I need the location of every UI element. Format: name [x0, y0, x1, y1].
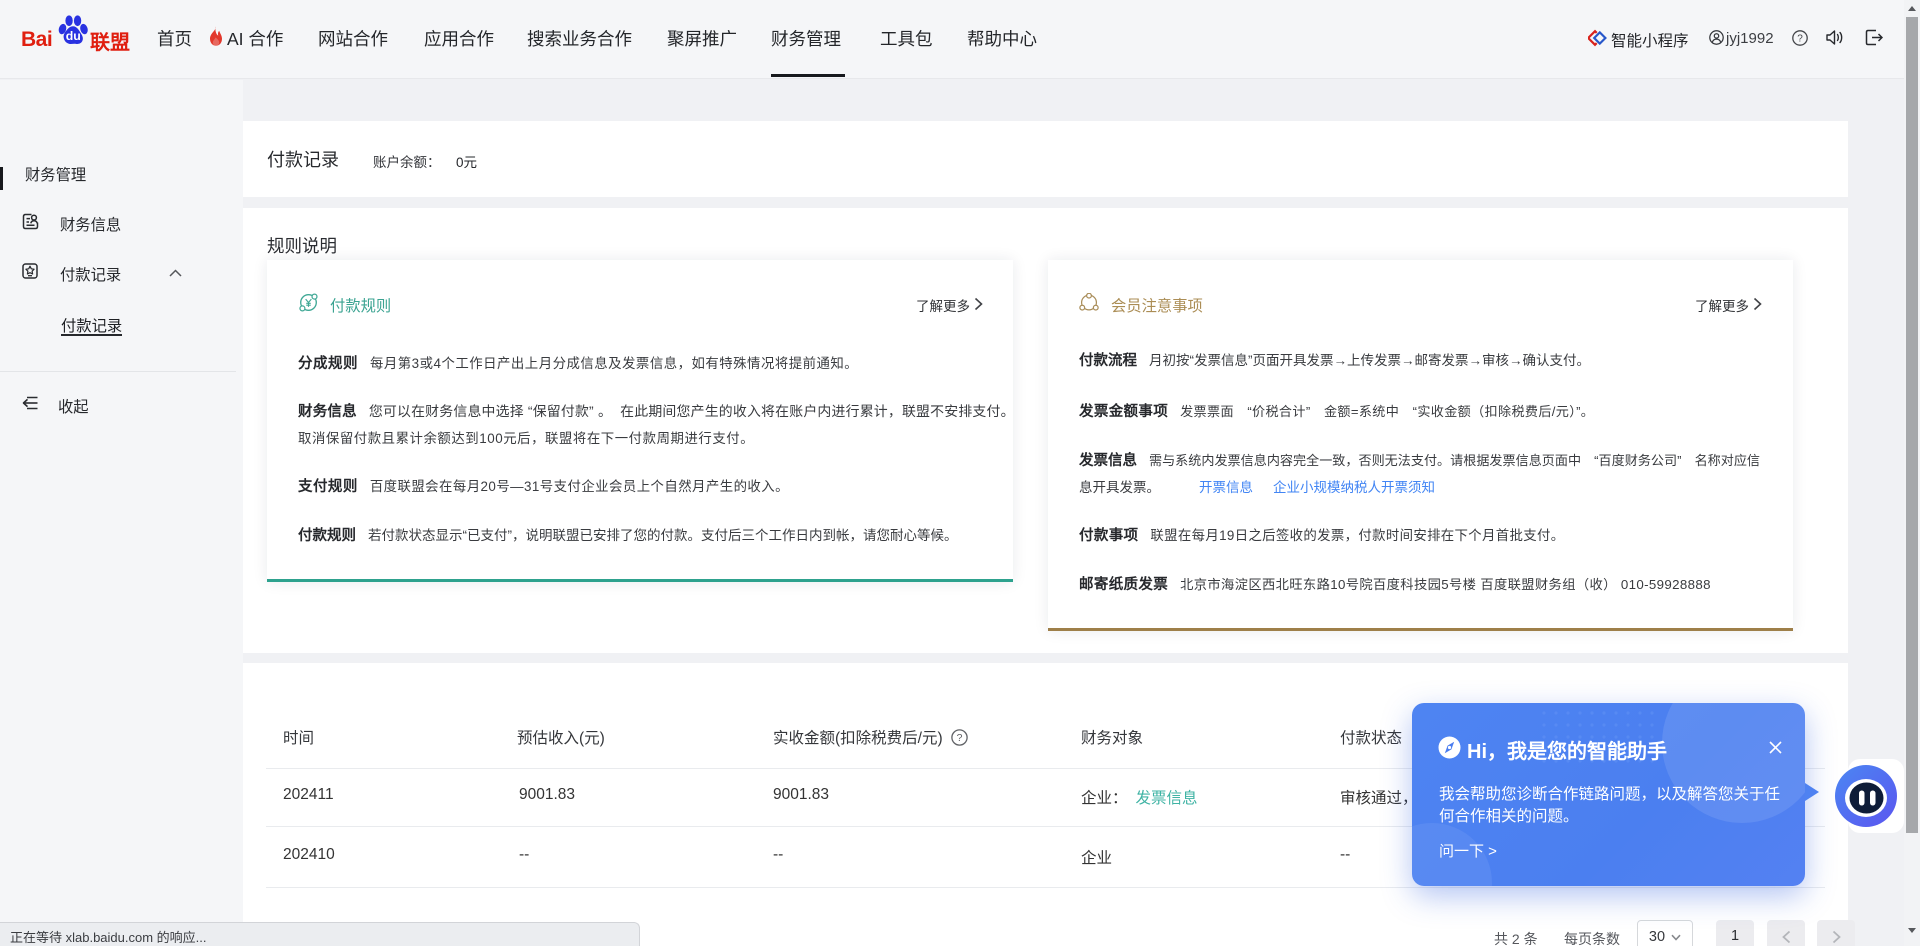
- svg-text:du: du: [66, 29, 81, 43]
- svg-text:?: ?: [957, 732, 963, 744]
- svg-text:?: ?: [1797, 34, 1803, 45]
